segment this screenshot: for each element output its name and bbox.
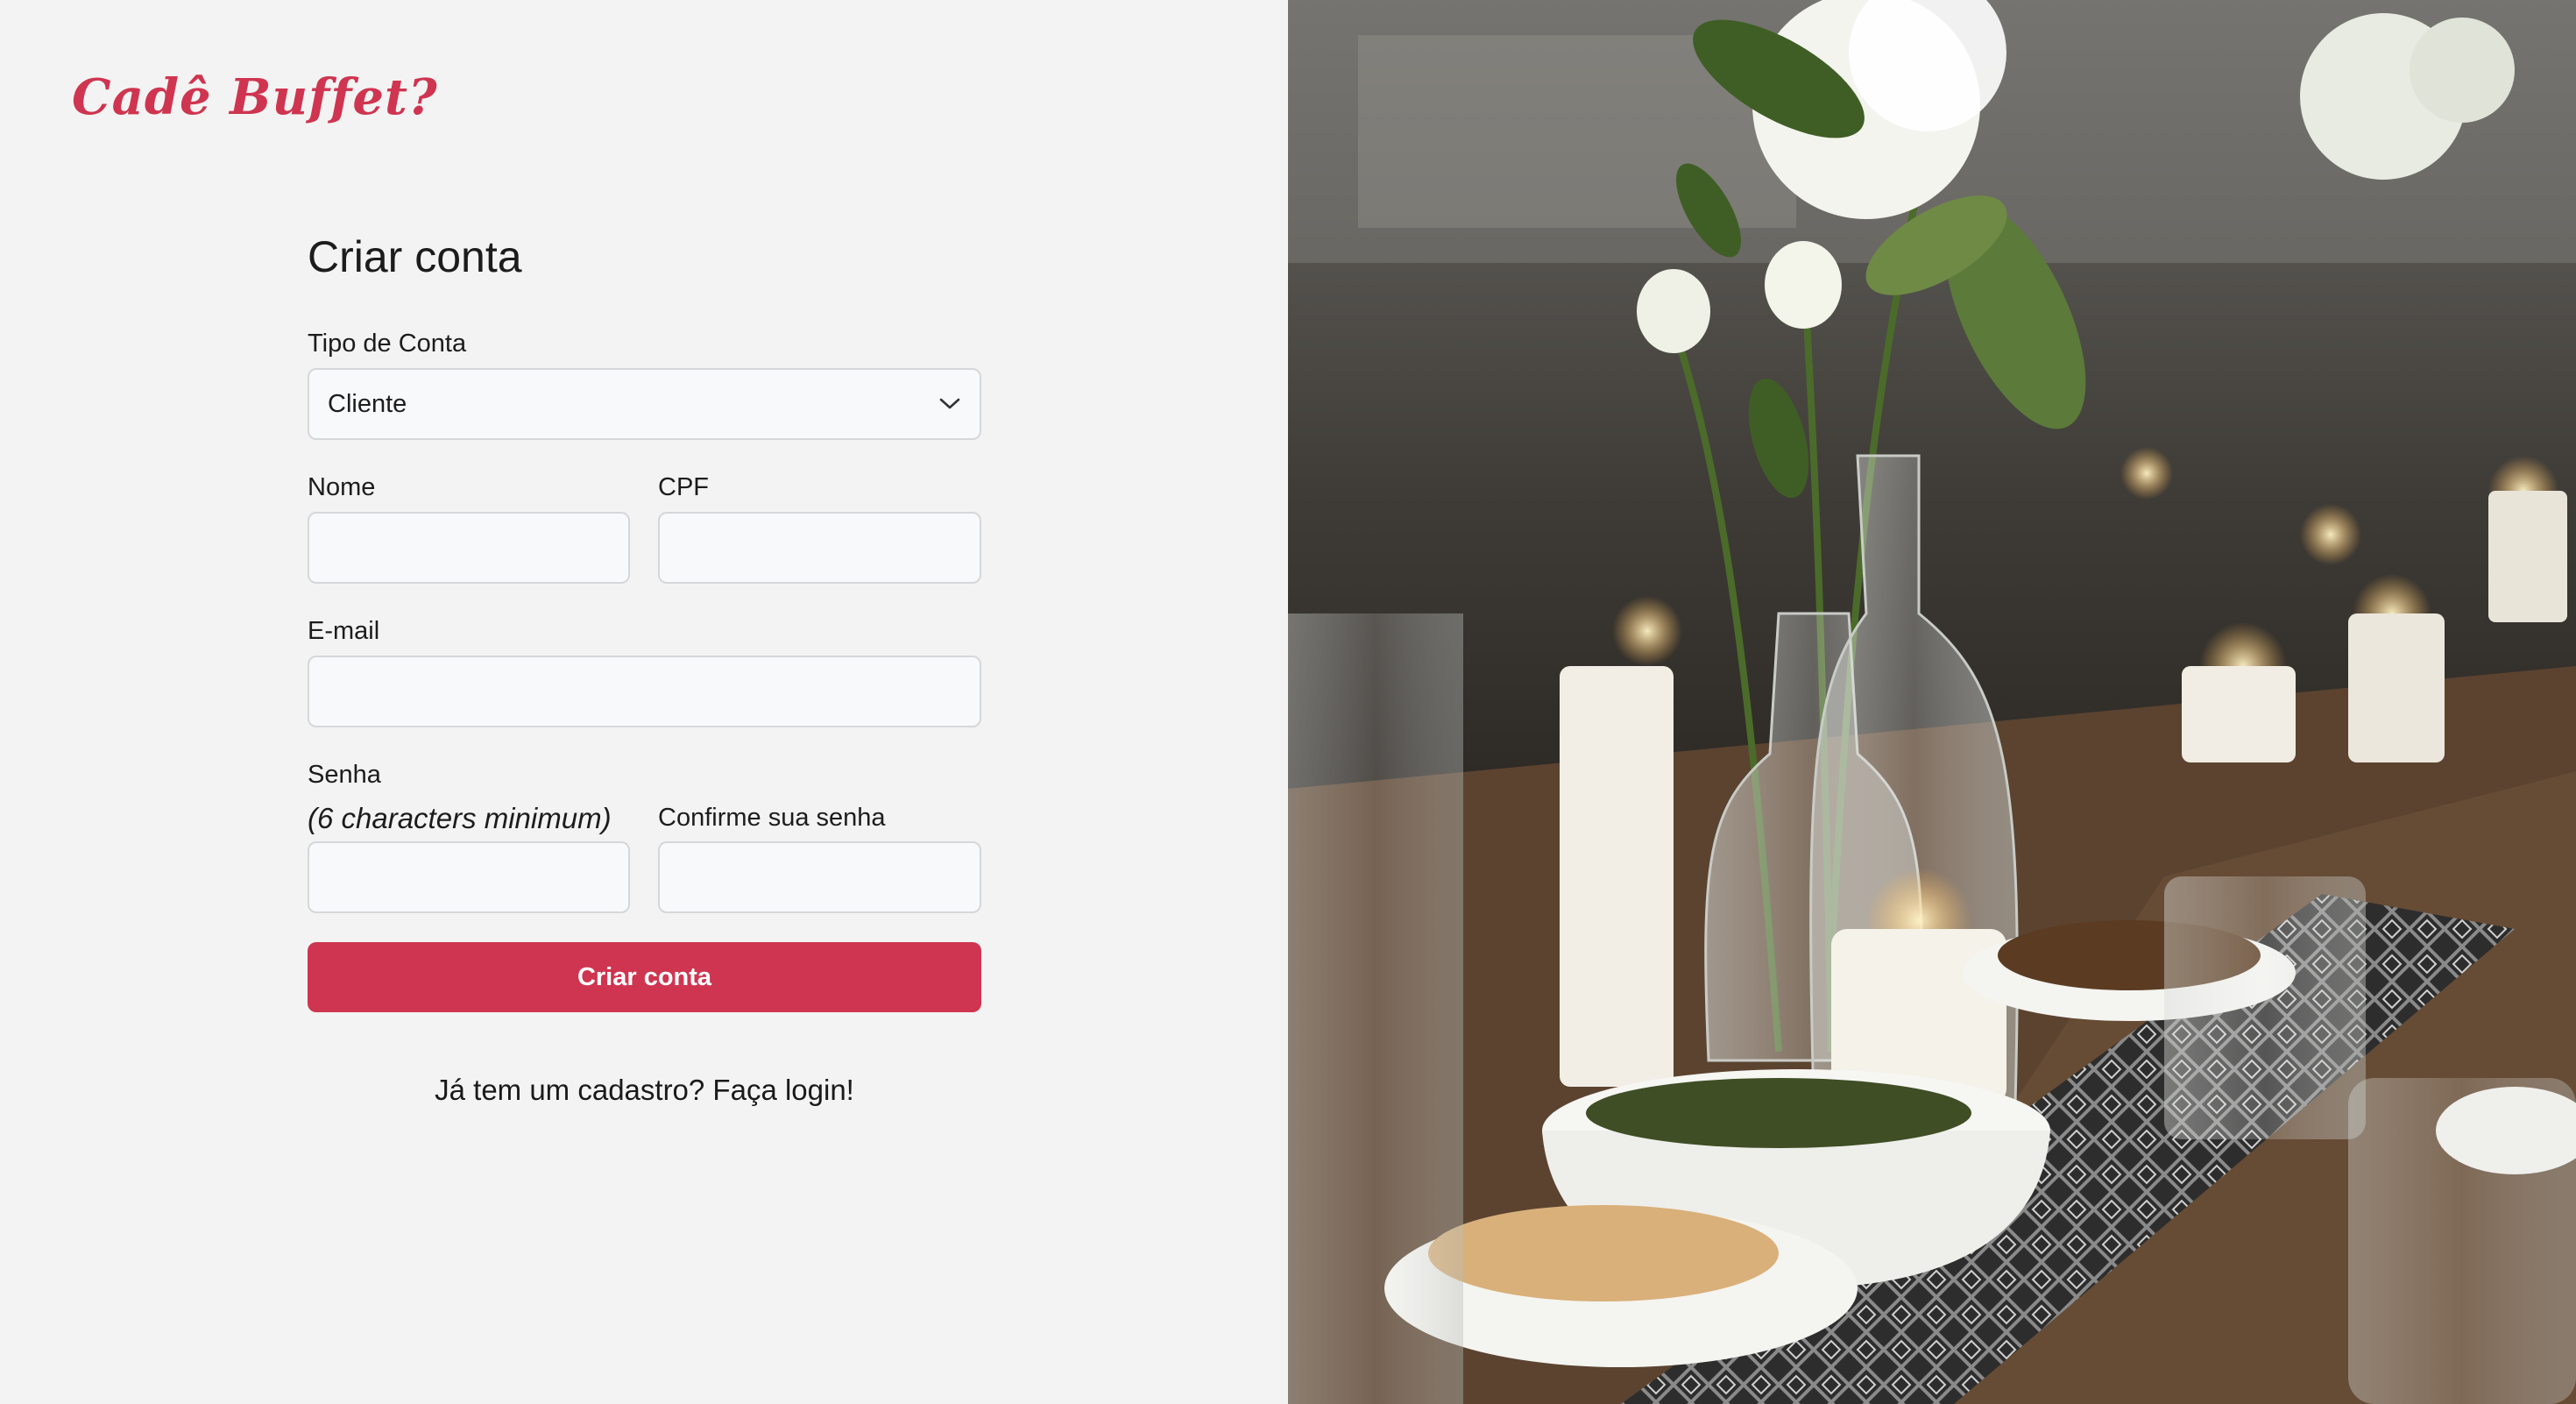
name-input[interactable] — [308, 512, 630, 584]
login-link[interactable]: Já tem um cadastro? Faça login! — [308, 1071, 981, 1110]
table-setting-photo-icon — [1288, 0, 2576, 1404]
cpf-label: CPF — [658, 473, 709, 501]
cpf-input[interactable] — [658, 512, 981, 584]
password-confirm-input[interactable] — [658, 841, 981, 913]
page-title: Criar conta — [308, 232, 522, 281]
name-label: Nome — [308, 473, 376, 501]
password-label: Senha — [308, 761, 381, 789]
email-label: E-mail — [308, 617, 380, 645]
account-type-label: Tipo de Conta — [308, 330, 467, 358]
account-type-select[interactable]: Cliente — [308, 368, 981, 440]
create-account-button[interactable]: Criar conta — [308, 942, 981, 1012]
chevron-down-icon — [939, 398, 960, 409]
password-input[interactable] — [308, 841, 630, 913]
email-input[interactable] — [308, 656, 981, 727]
brand-logo[interactable]: Cadê Buffet? — [72, 68, 438, 126]
password-hint: (6 characters minimum) — [308, 802, 612, 834]
left-pane: Cadê Buffet? Criar conta Tipo de Conta C… — [0, 0, 1288, 1404]
account-type-value: Cliente — [328, 389, 407, 418]
password-confirm-label: Confirme sua senha — [658, 804, 886, 832]
hero-image — [1288, 0, 2576, 1404]
